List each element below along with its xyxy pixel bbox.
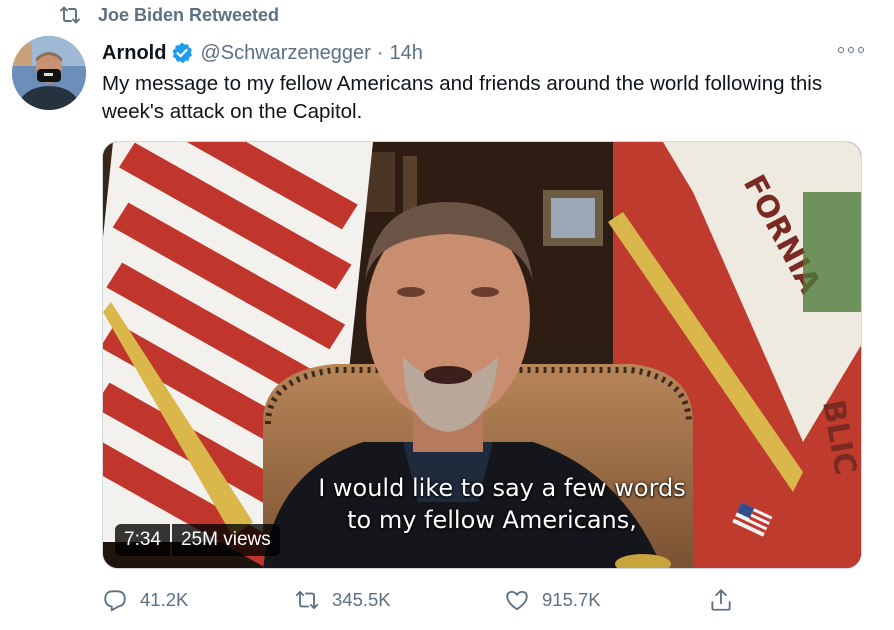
reply-button[interactable]: 41.2K (102, 584, 188, 616)
share-icon (711, 589, 731, 611)
more-options-icon[interactable] (838, 44, 864, 56)
like-count: 915.7K (542, 589, 601, 610)
retweet-context[interactable]: Joe Biden Retweeted (58, 4, 279, 26)
video-player[interactable]: FORNIA BLIC I would like to say a few wo… (102, 141, 862, 569)
handle[interactable]: @Schwarzenegger (200, 42, 370, 65)
retweet-icon (295, 590, 319, 610)
tweet-header: Arnold @Schwarzenegger · 14h (102, 39, 423, 67)
reply-count: 41.2K (140, 589, 189, 610)
reply-icon (104, 590, 126, 612)
avatar[interactable] (12, 36, 86, 110)
verified-badge-icon (172, 42, 193, 64)
tweet-actions: 41.2K 345.5K 915.7K (102, 584, 862, 616)
retweet-icon (60, 6, 80, 24)
video-meta: 7:34 25M views (115, 524, 280, 556)
like-button[interactable]: 915.7K (504, 584, 601, 616)
retweet-button[interactable]: 345.5K (294, 584, 391, 616)
timestamp[interactable]: 14h (390, 42, 423, 65)
share-button[interactable] (708, 584, 746, 616)
retweet-count: 345.5K (332, 589, 391, 610)
tweet-text: My message to my fellow Americans and fr… (102, 72, 823, 123)
video-views: 25M views (171, 524, 280, 556)
video-caption-line-1: I would like to say a few words (318, 474, 686, 502)
heart-icon (506, 590, 528, 611)
display-name[interactable]: Arnold (102, 42, 166, 65)
separator-dot: · (376, 41, 384, 64)
video-duration: 7:34 (115, 524, 170, 556)
retweeted-by-label: Joe Biden Retweeted (98, 4, 280, 25)
